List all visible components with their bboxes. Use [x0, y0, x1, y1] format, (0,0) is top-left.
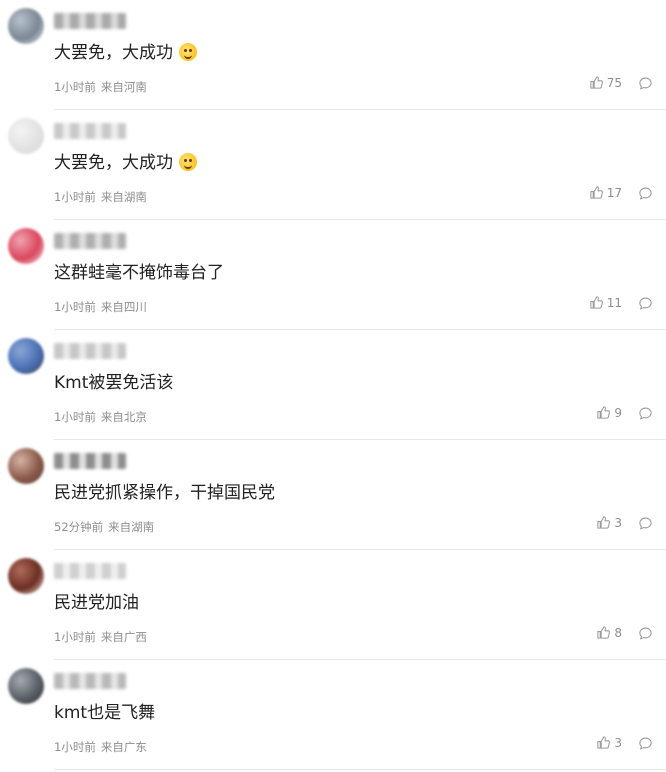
- reply-bubble-icon[interactable]: [638, 76, 653, 91]
- comment-item: 大罢免，大成功 1小时前 来自湖南 17: [0, 110, 666, 220]
- comment-text: 大罢免，大成功: [54, 152, 198, 174]
- reply-bubble-icon[interactable]: [638, 516, 653, 531]
- reply-bubble-icon[interactable]: [638, 296, 653, 311]
- avatar[interactable]: [8, 448, 44, 484]
- like-count: 8: [614, 625, 622, 640]
- laughing-emoji-icon: [179, 43, 198, 61]
- like-count: 17: [606, 185, 622, 200]
- like-count: 9: [614, 405, 622, 420]
- comment-meta: 1小时前 来自北京: [54, 409, 147, 425]
- username-blurred[interactable]: [54, 13, 126, 29]
- comment-time: 1小时前: [54, 80, 96, 94]
- divider: [54, 769, 666, 770]
- comment-location: 来自北京: [100, 410, 147, 424]
- comment-text: 民进党加油: [54, 592, 139, 614]
- like-count: 11: [606, 295, 622, 310]
- comment-time: 1小时前: [54, 410, 96, 424]
- comment-location: 来自广东: [100, 740, 147, 754]
- comment-location: 来自广西: [100, 630, 147, 644]
- comment-meta: 1小时前 来自广西: [54, 629, 147, 645]
- like-count: 3: [614, 515, 622, 530]
- avatar[interactable]: [8, 228, 44, 264]
- comment-text: kmt也是飞舞: [54, 702, 155, 724]
- comment-meta: 1小时前 来自河南: [54, 79, 147, 95]
- username-blurred[interactable]: [54, 343, 126, 359]
- reply-bubble-icon[interactable]: [638, 736, 653, 751]
- comment-meta: 1小时前 来自湖南: [54, 189, 147, 205]
- reply-bubble-icon[interactable]: [638, 186, 653, 201]
- like-button[interactable]: 11: [589, 295, 622, 310]
- username-blurred[interactable]: [54, 123, 126, 139]
- like-count: 75: [606, 75, 622, 90]
- comment-text-content: 民进党加油: [54, 593, 139, 613]
- comment-text: 大罢免，大成功: [54, 42, 198, 64]
- like-button[interactable]: 3: [596, 735, 622, 750]
- comment-list: 大罢免，大成功 1小时前 来自河南 75 大罢免，大成功 1小时前 来自湖南 17: [0, 0, 666, 772]
- thumbs-up-icon: [590, 296, 603, 309]
- comment-time: 1小时前: [54, 630, 96, 644]
- comment-meta: 52分钟前 来自湖南: [54, 519, 154, 535]
- comment-text-content: kmt也是飞舞: [54, 703, 156, 723]
- comment-location: 来自湖南: [100, 190, 147, 204]
- reply-bubble-icon[interactable]: [638, 406, 653, 421]
- like-button[interactable]: 8: [596, 625, 622, 640]
- comment-text-content: Kmt被罢免活该: [54, 373, 174, 393]
- comment-location: 来自河南: [100, 80, 147, 94]
- like-button[interactable]: 9: [596, 405, 622, 420]
- avatar[interactable]: [8, 338, 44, 374]
- username-blurred[interactable]: [54, 233, 126, 249]
- comment-text-content: 民进党抓紧操作，干掉国民党: [54, 483, 275, 503]
- comment-text: 民进党抓紧操作，干掉国民党: [54, 482, 275, 504]
- comment-time: 52分钟前: [54, 520, 104, 534]
- comment-text-content: 大罢免，大成功: [54, 43, 173, 63]
- comment-text: Kmt被罢免活该: [54, 372, 173, 394]
- thumbs-up-icon: [597, 626, 611, 639]
- thumbs-up-icon: [590, 76, 603, 89]
- avatar[interactable]: [8, 668, 44, 704]
- thumbs-up-icon: [597, 406, 611, 419]
- comment-item: 这群蛙毫不掩饰毒台了 1小时前 来自四川 11: [0, 220, 666, 330]
- comment-location: 来自四川: [100, 300, 147, 314]
- reply-bubble-icon[interactable]: [638, 626, 653, 641]
- username-blurred[interactable]: [54, 673, 126, 689]
- comment-time: 1小时前: [54, 300, 96, 314]
- comment-location: 来自湖南: [108, 520, 155, 534]
- username-blurred[interactable]: [54, 453, 126, 469]
- comment-time: 1小时前: [54, 190, 96, 204]
- like-button[interactable]: 75: [589, 75, 622, 90]
- like-button[interactable]: 17: [589, 185, 622, 200]
- comment-text: 这群蛙毫不掩饰毒台了: [54, 262, 224, 284]
- comment-item: 民进党抓紧操作，干掉国民党 52分钟前 来自湖南 3: [0, 440, 666, 550]
- shushing-emoji-icon: [179, 153, 198, 171]
- avatar[interactable]: [8, 8, 44, 44]
- comment-time: 1小时前: [54, 740, 96, 754]
- comment-item: 大罢免，大成功 1小时前 来自河南 75: [0, 0, 666, 110]
- comment-item: Kmt被罢免活该 1小时前 来自北京 9: [0, 330, 666, 440]
- comment-text-content: 大罢免，大成功: [54, 153, 173, 173]
- thumbs-up-icon: [597, 736, 611, 749]
- thumbs-up-icon: [590, 186, 603, 199]
- username-blurred[interactable]: [54, 563, 126, 579]
- comment-text-content: 这群蛙毫不掩饰毒台了: [54, 263, 224, 283]
- avatar[interactable]: [8, 118, 44, 154]
- comment-meta: 1小时前 来自四川: [54, 299, 147, 315]
- like-count: 3: [614, 735, 622, 750]
- thumbs-up-icon: [597, 516, 611, 529]
- like-button[interactable]: 3: [596, 515, 622, 530]
- avatar[interactable]: [8, 558, 44, 594]
- comment-meta: 1小时前 来自广东: [54, 739, 147, 755]
- comment-item: 民进党加油 1小时前 来自广西 8: [0, 550, 666, 660]
- comment-item: kmt也是飞舞 1小时前 来自广东 3: [0, 660, 666, 770]
